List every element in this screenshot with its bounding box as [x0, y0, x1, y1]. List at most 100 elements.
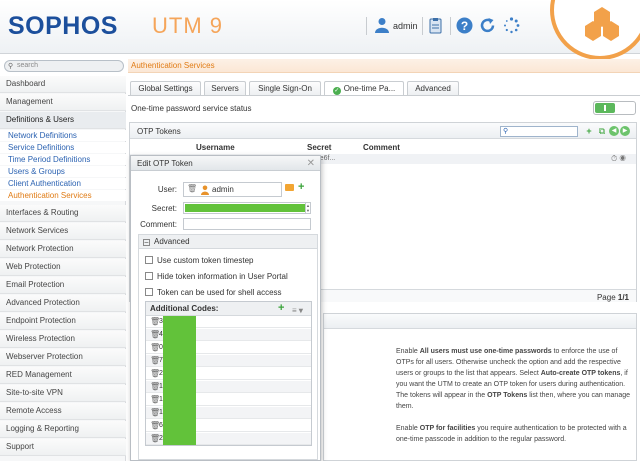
additional-codes-header: Additional Codes: + ≡ ▾: [146, 302, 311, 316]
sidebar-item-support[interactable]: Support: [0, 439, 126, 456]
sidebar-item-site-to-site-vpn[interactable]: Site-to-site VPN: [0, 385, 126, 402]
row-actions-icon[interactable]: ⏱ ◉: [611, 154, 626, 164]
tab-label: One-time Pa...: [343, 84, 396, 93]
sidebar-item-definitions-users[interactable]: Definitions & Users: [0, 112, 126, 129]
help-panel: Enable All users must use one-time passw…: [323, 313, 637, 461]
tab-servers[interactable]: Servers: [204, 81, 246, 95]
otp-tokens-search-input[interactable]: ⚲: [500, 126, 578, 137]
comment-label: Comment:: [140, 220, 177, 229]
column-secret[interactable]: Secret: [307, 143, 331, 152]
sidebar: Dashboard Management Definitions & Users…: [0, 76, 126, 461]
sidebar-item-network-services[interactable]: Network Services: [0, 223, 126, 240]
search-placeholder: search: [17, 62, 39, 69]
user-icon: [201, 185, 209, 195]
search-icon: ⚲: [503, 128, 509, 135]
move-left-icon[interactable]: ◀: [609, 126, 619, 136]
collapse-icon[interactable]: –: [143, 239, 150, 246]
header-divider: [366, 17, 367, 35]
tab-advanced[interactable]: Advanced: [407, 81, 459, 95]
header-divider: [422, 17, 423, 35]
add-icon[interactable]: +: [298, 182, 304, 193]
user-label: User:: [157, 185, 177, 194]
sidebar-item-web-protection[interactable]: Web Protection: [0, 259, 126, 276]
redacted-secret: [185, 204, 306, 212]
check-icon: ✓: [332, 87, 341, 95]
sidebar-item-wireless-protection[interactable]: Wireless Protection: [0, 331, 126, 348]
sidebar-item-email-protection[interactable]: Email Protection: [0, 277, 126, 294]
user-icon: [375, 18, 389, 33]
brand-circle: [550, 0, 640, 60]
help-icon[interactable]: ?: [456, 17, 473, 34]
search-input[interactable]: ⚲ search: [4, 60, 124, 72]
add-icon[interactable]: +: [278, 303, 284, 314]
shell-access-checkbox[interactable]: Token can be used for shell access: [145, 288, 282, 297]
sidebar-subitem-service-definitions[interactable]: Service Definitions: [0, 142, 126, 153]
trash-icon[interactable]: 🗑: [187, 184, 197, 193]
tab-single-sign-on[interactable]: Single Sign-On: [249, 81, 321, 95]
search-icon: ⚲: [8, 63, 14, 70]
header-divider: [450, 17, 451, 35]
checkbox-icon[interactable]: [145, 272, 153, 280]
folder-icon[interactable]: [285, 184, 294, 191]
sidebar-item-advanced-protection[interactable]: Advanced Protection: [0, 295, 126, 312]
help-paragraph-1: Enable All users must use one-time passw…: [396, 348, 630, 410]
tab-divider: [128, 95, 640, 96]
sidebar-item-endpoint-protection[interactable]: Endpoint Protection: [0, 313, 126, 330]
otp-tokens-header: OTP Tokens ⚲ + ⧉ ◀ ▶: [130, 123, 636, 139]
breadcrumb: Authentication Services: [128, 59, 640, 73]
import-icon[interactable]: ⧉: [597, 126, 607, 136]
toggle-on-indicator: [595, 103, 615, 113]
sidebar-item-network-protection[interactable]: Network Protection: [0, 241, 126, 258]
sophos-logo: SOPHOS: [8, 12, 118, 40]
loading-icon: [504, 17, 520, 34]
help-paragraph-2: Enable OTP for facilities you require au…: [396, 425, 627, 443]
tab-global-settings[interactable]: Global Settings: [130, 81, 201, 95]
page-indicator: Page 1/1: [596, 293, 629, 302]
sidebar-subitem-client-authentication[interactable]: Client Authentication: [0, 178, 126, 189]
sidebar-subitem-authentication-services[interactable]: Authentication Services: [0, 190, 126, 201]
help-panel-header: [324, 314, 636, 329]
svg-text:?: ?: [461, 19, 468, 33]
column-username[interactable]: Username: [196, 143, 235, 152]
additional-codes-list: Additional Codes: + ≡ ▾ 🗑 3 🗑 4 🗑 0 🗑 7 🗑 2 🗑…: [145, 301, 312, 446]
advanced-header[interactable]: – Advanced: [139, 235, 317, 249]
add-icon[interactable]: +: [584, 126, 594, 136]
tab-one-time-passwords[interactable]: ✓ One-time Pa...: [324, 81, 404, 96]
otp-status-label: One-time password service status: [131, 104, 252, 113]
edit-otp-token-dialog: Edit OTP Token ✕ User: 🗑 admin + Secret:…: [130, 155, 321, 461]
comment-field[interactable]: [183, 218, 311, 230]
checkbox-icon[interactable]: [145, 256, 153, 264]
checkbox-icon[interactable]: [145, 288, 153, 296]
custom-timestep-checkbox[interactable]: Use custom token timestep: [145, 256, 253, 265]
user-value: admin: [212, 185, 234, 194]
otp-tokens-title: OTP Tokens: [137, 127, 181, 136]
clipboard-icon[interactable]: [427, 17, 444, 34]
sidebar-item-remote-access[interactable]: Remote Access: [0, 403, 126, 420]
help-text: Enable All users must use one-time passw…: [396, 346, 632, 445]
sidebar-subitem-users-groups[interactable]: Users & Groups: [0, 166, 126, 177]
close-icon[interactable]: ✕: [307, 156, 315, 171]
honeycomb-logo-icon: [585, 7, 619, 41]
secret-field[interactable]: ▲ ▼: [183, 202, 311, 214]
advanced-section: – Advanced Use custom token timestep Hide…: [138, 234, 318, 460]
sidebar-item-red-management[interactable]: RED Management: [0, 367, 126, 384]
secret-label: Secret:: [151, 204, 177, 213]
column-comment[interactable]: Comment: [363, 143, 400, 152]
sidebar-item-dashboard[interactable]: Dashboard: [0, 76, 126, 93]
refresh-icon[interactable]: [479, 17, 496, 34]
sidebar-item-logging-reporting[interactable]: Logging & Reporting: [0, 421, 126, 438]
spinner-arrows-icon[interactable]: ▲ ▼: [305, 203, 310, 213]
sidebar-item-management[interactable]: Management: [0, 94, 126, 111]
user-field[interactable]: 🗑 admin: [183, 182, 282, 197]
move-right-icon[interactable]: ▶: [620, 126, 630, 136]
sidebar-subitem-time-period-definitions[interactable]: Time Period Definitions: [0, 154, 126, 165]
dialog-title-bar: Edit OTP Token ✕: [131, 156, 320, 171]
product-name: UTM 9: [152, 13, 223, 38]
sidebar-subitem-network-definitions[interactable]: Network Definitions: [0, 130, 126, 141]
sidebar-item-webserver-protection[interactable]: Webserver Protection: [0, 349, 126, 366]
dialog-title: Edit OTP Token: [137, 159, 193, 168]
hide-token-checkbox[interactable]: Hide token information in User Portal: [145, 272, 288, 281]
otp-status-toggle[interactable]: [593, 101, 636, 115]
header-username[interactable]: admin: [393, 21, 418, 31]
sidebar-item-interfaces-routing[interactable]: Interfaces & Routing: [0, 205, 126, 222]
